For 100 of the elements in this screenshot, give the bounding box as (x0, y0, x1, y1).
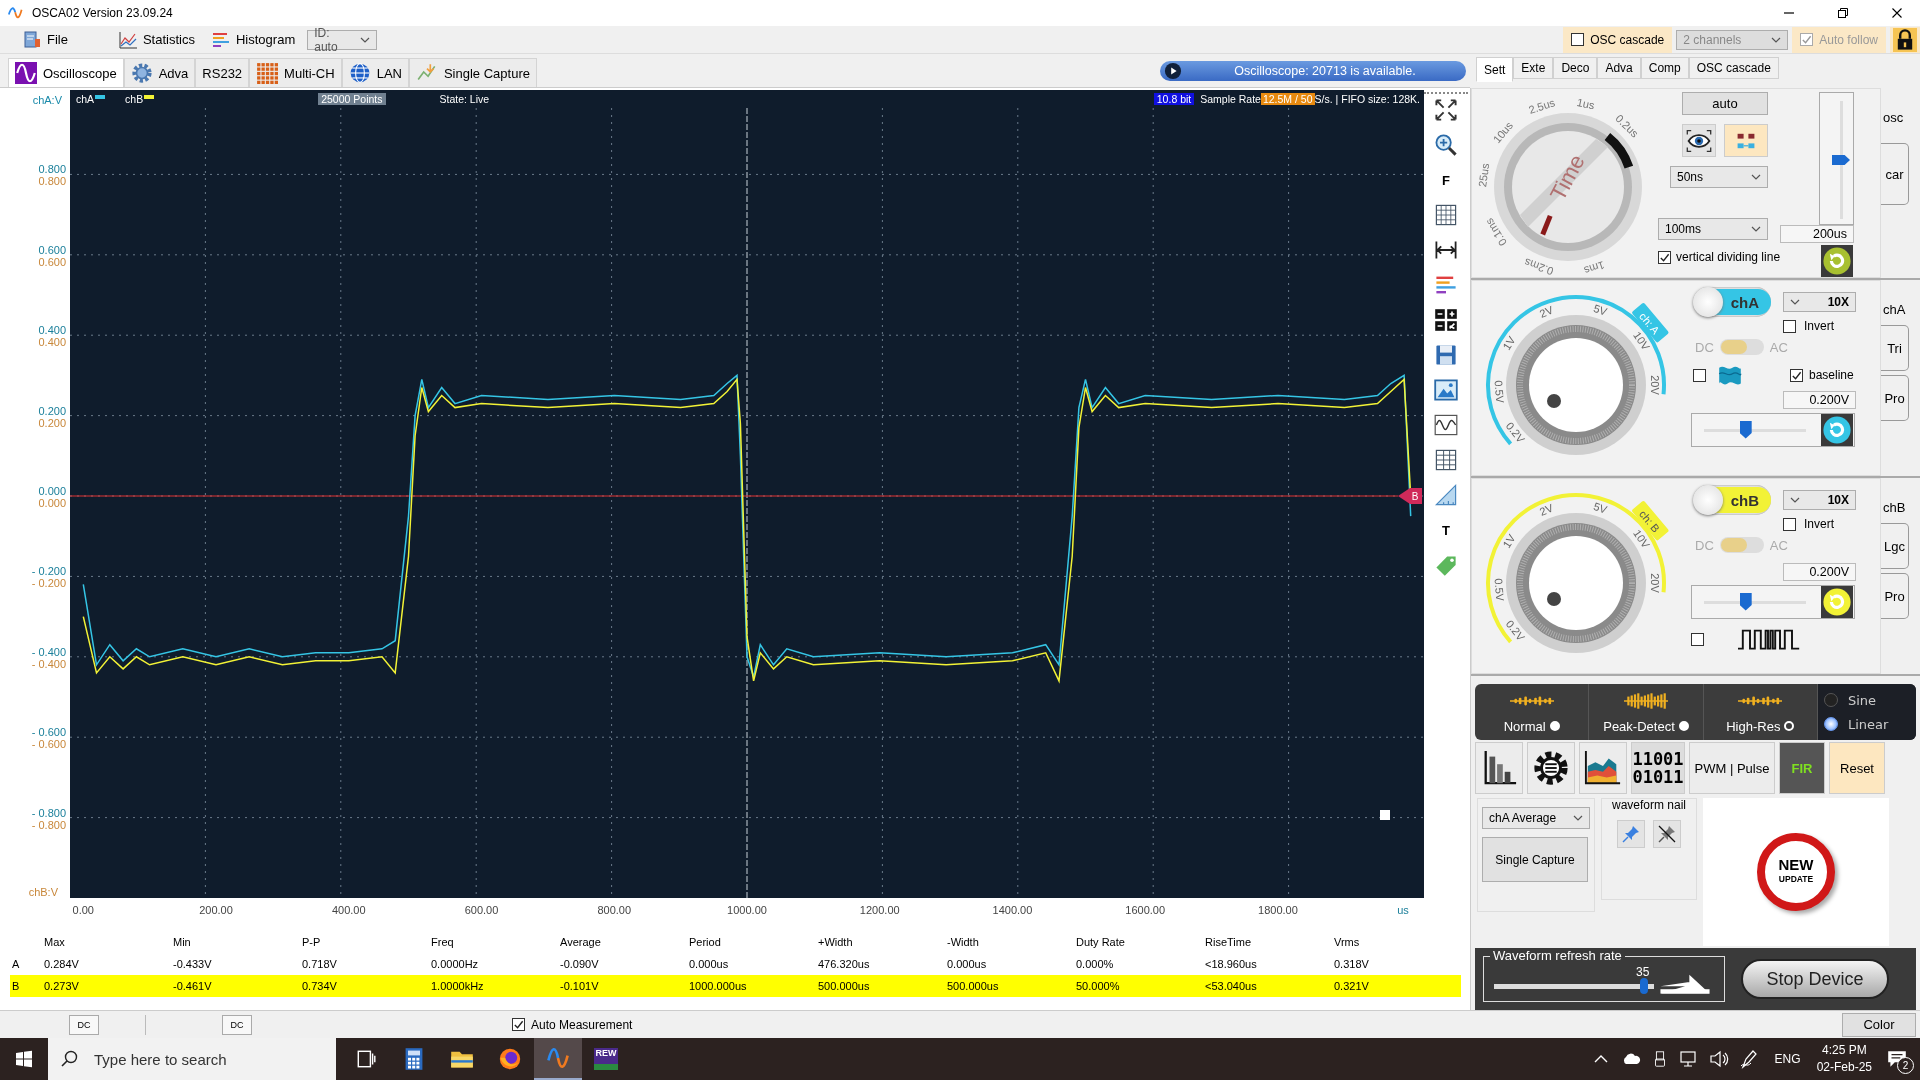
checkbox[interactable] (1790, 368, 1803, 382)
tool-button[interactable] (1432, 98, 1460, 122)
update-badge[interactable]: NEW UPDATE (1757, 833, 1835, 911)
language-indicator[interactable]: ENG (1774, 1052, 1801, 1066)
menu-item[interactable]: Histogram (202, 27, 304, 52)
tab[interactable]: Oscilloscope (8, 58, 124, 87)
clock-time[interactable]: 4:25 PM (1821, 1042, 1867, 1059)
checkbox[interactable] (1783, 319, 1796, 333)
tab[interactable]: Sett (1476, 57, 1514, 82)
slider-thumb[interactable] (1739, 592, 1752, 611)
tool-button[interactable] (1527, 742, 1575, 794)
lock-button[interactable] (1890, 26, 1920, 53)
tab[interactable]: OSC cascade (1688, 57, 1779, 79)
volume-icon[interactable] (1708, 1049, 1729, 1069)
tool-button[interactable] (1432, 413, 1460, 437)
tab[interactable]: Comp (1640, 57, 1689, 79)
taskbar-button[interactable]: REW (582, 1038, 630, 1080)
table-cell-text: 476.320us (817, 957, 871, 972)
mode-option[interactable]: High-Res (1703, 684, 1818, 740)
mode-option[interactable]: Peak-Detect (1589, 684, 1704, 740)
tab[interactable]: Single Capture (408, 58, 537, 87)
network-icon[interactable] (1678, 1049, 1699, 1069)
probe-dropdown[interactable]: 10X (1783, 292, 1856, 312)
fir-button[interactable]: FIR (1779, 742, 1825, 794)
tab[interactable]: RS232 (195, 58, 250, 87)
side-tab[interactable]: Pro (1881, 573, 1909, 619)
checkbox[interactable] (512, 1018, 525, 1031)
axis-label: 600.00 (464, 904, 499, 916)
side-tab[interactable]: Tri (1881, 325, 1909, 371)
mode-option[interactable]: Normal (1475, 684, 1590, 740)
checkbox[interactable] (1783, 517, 1796, 531)
channel-toggle[interactable]: chA (1693, 287, 1771, 317)
auto-button[interactable]: auto (1682, 92, 1768, 115)
menu-item[interactable]: File (14, 27, 76, 52)
slider-thumb[interactable] (1832, 155, 1850, 165)
refresh-icon[interactable] (1820, 586, 1854, 618)
single-capture-button[interactable]: Single Capture (1482, 837, 1588, 882)
tool-button[interactable] (1432, 308, 1460, 332)
refresh-rate-slider[interactable] (1494, 978, 1654, 994)
pin-button[interactable] (1617, 820, 1645, 848)
radio-button[interactable] (1824, 717, 1838, 731)
average-dropdown[interactable]: chA Average (1482, 807, 1590, 829)
view-button[interactable] (1682, 124, 1716, 157)
memory-dropdown[interactable]: 100ms (1658, 218, 1768, 240)
refresh-icon[interactable] (1820, 245, 1854, 277)
position-slider[interactable] (1819, 92, 1854, 226)
position-field[interactable]: 200us (1780, 225, 1854, 243)
state-label: State: Live (439, 92, 490, 105)
offset-field[interactable]: 0.200V (1783, 563, 1856, 581)
checkbox[interactable] (1693, 368, 1706, 382)
stop-button[interactable]: Stop Device (1741, 959, 1889, 999)
checkbox[interactable] (1571, 33, 1585, 46)
tab[interactable]: Deco (1553, 57, 1598, 79)
tab[interactable]: Exte (1513, 57, 1554, 79)
trigger-marker[interactable]: B (1398, 488, 1422, 504)
tab[interactable]: Adva (123, 58, 196, 87)
tool-button[interactable] (1475, 742, 1523, 794)
offset-slider[interactable] (1691, 413, 1855, 447)
reset-button[interactable]: Reset (1829, 742, 1885, 794)
tool-button[interactable]: F (1432, 168, 1460, 192)
table-cell-text: -0.090V (559, 957, 600, 972)
coupling-switch[interactable] (1719, 339, 1764, 355)
tab[interactable]: Adva (1597, 57, 1641, 79)
tool-button[interactable] (1579, 742, 1627, 794)
points-count: 25000 Points (318, 92, 386, 105)
pwm-button[interactable]: PWM | Pulse (1689, 742, 1775, 794)
color-button[interactable]: Color (1842, 1012, 1916, 1037)
side-tab[interactable]: Lgc (1881, 523, 1909, 569)
pen-icon[interactable] (1738, 1049, 1759, 1069)
unpin-button[interactable] (1653, 820, 1681, 848)
expand-icon (1434, 98, 1458, 122)
cursor-handle[interactable] (1380, 810, 1390, 820)
checkbox[interactable] (1658, 250, 1671, 264)
tab[interactable]: Multi-CH (249, 58, 342, 87)
tab[interactable]: LAN (341, 58, 409, 87)
search-field[interactable]: Type here to search (48, 1038, 336, 1080)
menu-item[interactable]: Statistics (109, 27, 203, 52)
channel-toggle[interactable]: chB (1693, 485, 1771, 515)
offset-slider[interactable] (1691, 585, 1855, 619)
coupling-switch[interactable] (1719, 537, 1764, 553)
checkbox[interactable] (1691, 632, 1704, 646)
probe-dropdown[interactable]: 10X (1783, 490, 1856, 510)
row-label[interactable]: B (10, 975, 42, 997)
save-icon (1434, 343, 1458, 367)
tool-button[interactable]: T (1432, 518, 1460, 542)
notification-button[interactable]: 2 (1882, 1044, 1912, 1074)
refresh-icon[interactable] (1820, 414, 1854, 446)
id-dropdown[interactable]: ID: auto (307, 29, 378, 50)
slider-thumb[interactable] (1739, 420, 1752, 439)
row-label[interactable]: A (10, 953, 42, 975)
radio-button[interactable] (1824, 693, 1838, 707)
side-tab[interactable]: car (1881, 143, 1909, 205)
slider-value: 35 (1636, 965, 1650, 979)
slider-thumb[interactable] (1640, 978, 1649, 994)
binary-button[interactable]: 11001 01011 (1631, 742, 1685, 794)
timebase-dropdown[interactable]: 50ns (1670, 166, 1768, 188)
layout-button[interactable] (1724, 124, 1768, 157)
offset-field[interactable]: 0.200V (1783, 391, 1856, 409)
clock-date[interactable]: 02-Feb-25 (1816, 1059, 1872, 1076)
side-tab[interactable]: Pro (1881, 375, 1909, 421)
